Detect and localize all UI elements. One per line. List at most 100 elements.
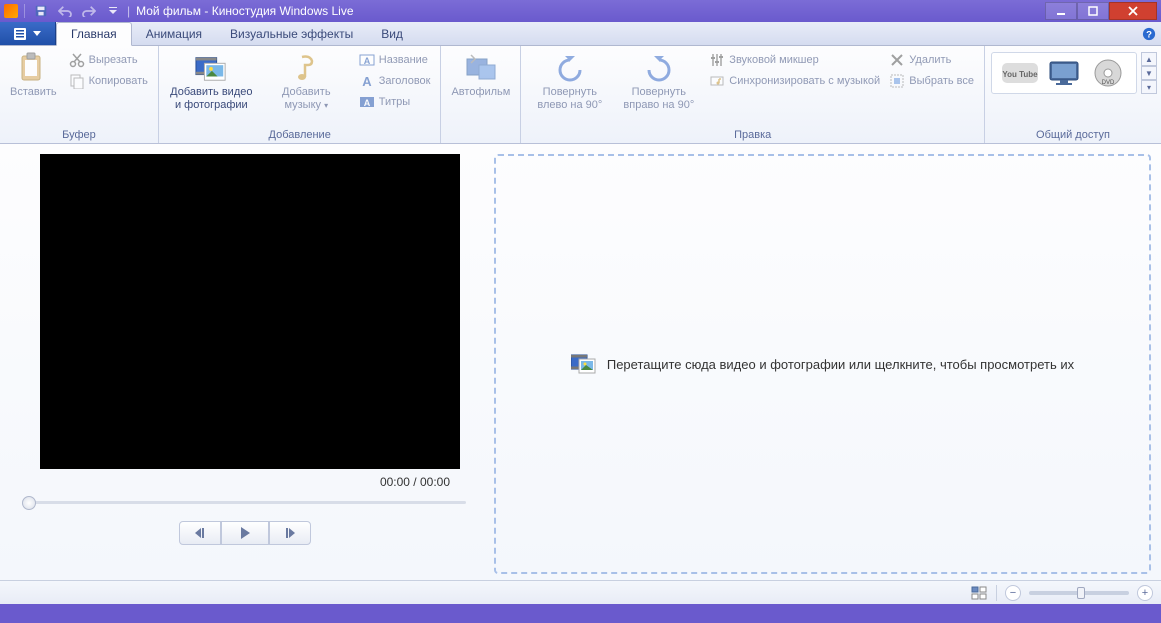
svg-text:A: A [362,74,372,89]
add-caption-label: Заголовок [379,75,431,87]
group-edit-label: Правка [525,128,980,143]
share-gallery[interactable]: You Tube DVD [991,52,1137,94]
preview-video[interactable] [40,154,460,469]
copy-icon [69,73,85,89]
group-automovie-spacer [445,128,516,143]
svg-text:DVD: DVD [1102,80,1115,86]
group-automovie: Автофильм [441,46,521,143]
title-icon: A [359,52,375,68]
play-button[interactable] [221,521,269,545]
add-credits-button[interactable]: A Титры [355,92,435,112]
copy-label: Копировать [89,75,148,87]
preview-panel: 00:00 / 00:00 [10,154,480,574]
qat-redo-button[interactable] [79,2,99,20]
share-monitor-icon [1046,59,1082,87]
app-icon [4,4,18,18]
group-clipboard-label: Буфер [4,128,154,143]
paste-button[interactable]: Вставить [4,48,63,103]
cut-label: Вырезать [89,54,138,66]
next-frame-button[interactable] [269,521,311,545]
group-clipboard: Вставить Вырезать Копировать [0,46,159,143]
select-all-icon [889,73,905,89]
copy-button[interactable]: Копировать [65,71,152,91]
rotate-right-label: Повернуть вправо на 90° [620,86,697,112]
maximize-button[interactable] [1077,2,1109,20]
svg-text:You Tube: You Tube [1002,70,1038,79]
preview-scrubber[interactable] [16,493,466,511]
minimize-button[interactable] [1045,2,1077,20]
drop-hint-text: Перетащите сюда видео и фотографии или щ… [607,357,1074,372]
qat-save-button[interactable] [31,2,51,20]
rotate-left-label: Повернуть влево на 90° [531,86,608,112]
add-credits-label: Титры [379,96,410,108]
qat-customize-button[interactable] [103,2,123,20]
group-share-label: Общий доступ [989,128,1157,143]
sync-music-label: Синхронизировать с музыкой [729,75,880,87]
select-all-label: Выбрать все [909,75,974,87]
caption-icon: A [359,73,375,89]
help-button[interactable]: ? [1137,22,1161,45]
zoom-slider-thumb[interactable] [1077,587,1085,599]
music-icon [290,52,322,84]
group-add: Добавить видео и фотографии Добавить муз… [159,46,442,143]
delete-label: Удалить [909,54,951,66]
select-all-button[interactable]: Выбрать все [885,71,978,91]
prev-frame-button[interactable] [179,521,221,545]
delete-icon [889,52,905,68]
svg-text:A: A [364,98,371,108]
tab-effects[interactable]: Визуальные эффекты [216,22,367,45]
group-edit: Повернуть влево на 90° Повернуть вправо … [521,46,985,143]
add-media-label: Добавить видео и фотографии [169,86,254,112]
app-menu-button[interactable] [0,22,56,45]
close-button[interactable] [1109,2,1157,20]
preview-time: 00:00 / 00:00 [10,475,450,489]
gallery-down-button[interactable]: ▼ [1141,66,1157,80]
cut-button[interactable]: Вырезать [65,50,152,70]
zoom-out-button[interactable]: − [1005,585,1021,601]
tab-view[interactable]: Вид [367,22,417,45]
add-music-button[interactable]: Добавить музыку ▾ [260,48,353,116]
rotate-left-icon [554,52,586,84]
audio-mixer-button[interactable]: Звуковой микшер [705,50,881,70]
gallery-up-button[interactable]: ▲ [1141,52,1157,66]
zoom-slider[interactable] [1029,591,1129,595]
add-title-label: Название [379,54,428,66]
rotate-right-button[interactable]: Повернуть вправо на 90° [614,48,703,116]
timeline-drop-zone[interactable]: Перетащите сюда видео и фотографии или щ… [494,154,1151,574]
credits-icon: A [359,94,375,110]
add-media-icon [195,52,227,84]
window-title: Мой фильм - Киностудия Windows Live [134,4,1045,18]
statusbar: − + [0,580,1161,604]
automovie-icon [465,52,497,84]
add-media-button[interactable]: Добавить видео и фотографии [163,48,260,116]
paste-label: Вставить [10,86,57,99]
audio-mixer-label: Звуковой микшер [729,54,818,66]
gallery-more-button[interactable]: ▾ [1141,80,1157,94]
drop-media-icon [571,353,597,375]
rotate-left-button[interactable]: Повернуть влево на 90° [525,48,614,116]
rotate-right-icon [643,52,675,84]
ribbon-tabs: Главная Анимация Визуальные эффекты Вид … [0,22,1161,46]
scrub-thumb[interactable] [22,496,36,510]
view-toggle-button[interactable] [970,585,988,601]
paste-icon [17,52,49,84]
delete-button[interactable]: Удалить [885,50,978,70]
zoom-in-button[interactable]: + [1137,585,1153,601]
add-caption-button[interactable]: A Заголовок [355,71,435,91]
sync-music-button[interactable]: Синхронизировать с музыкой [705,71,881,91]
automovie-label: Автофильм [451,86,510,99]
audio-mixer-icon [709,52,725,68]
cut-icon [69,52,85,68]
add-music-label: Добавить музыку ▾ [266,86,347,112]
svg-text:?: ? [1146,29,1152,40]
tab-home[interactable]: Главная [56,22,132,46]
share-youtube-icon: You Tube [1002,59,1038,87]
titlebar: | Мой фильм - Киностудия Windows Live [0,0,1161,22]
group-add-label: Добавление [163,128,437,143]
group-share: You Tube DVD ▲ ▼ ▾ Общий доступ [985,46,1161,143]
automovie-button[interactable]: Автофильм [445,48,516,103]
qat-undo-button[interactable] [55,2,75,20]
add-title-button[interactable]: A Название [355,50,435,70]
workspace: 00:00 / 00:00 [0,144,1161,580]
tab-animation[interactable]: Анимация [132,22,216,45]
